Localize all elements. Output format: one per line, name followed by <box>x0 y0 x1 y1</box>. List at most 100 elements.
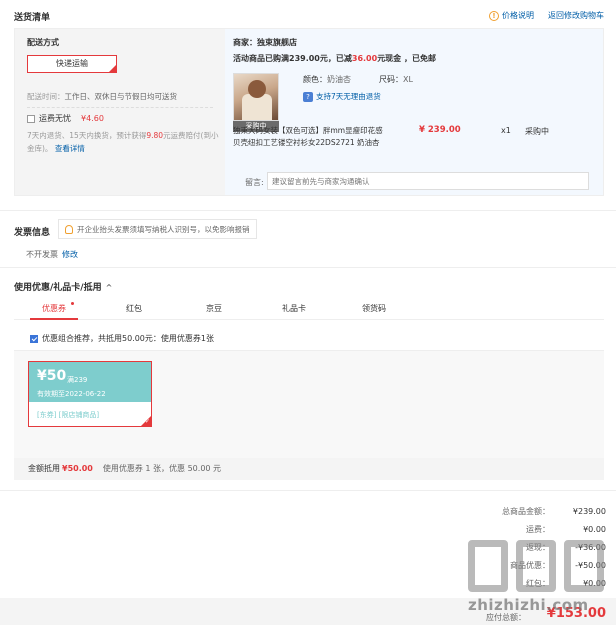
product-name[interactable]: 独束大码女装【双色可选】胖mm显瘦印花感贝壳纽扣工艺镂空衬衫女22DS2721 … <box>233 125 383 149</box>
view-details-link[interactable]: 查看详情 <box>55 144 85 153</box>
tab-coupons-label: 优惠券 <box>42 304 66 313</box>
total-row-value: -¥36.00 <box>575 543 606 552</box>
coupon-combo-checkbox[interactable] <box>30 334 38 343</box>
section-divider <box>0 210 616 211</box>
freight-insurance-amount: 9.80 <box>146 131 164 140</box>
thumbnail-figure-body <box>242 94 272 120</box>
total-row-value: -¥50.00 <box>575 561 606 570</box>
thumbnail-figure-head <box>248 80 266 98</box>
coupon-combo-option[interactable]: 优惠组合推荐，共抵用50.00元：使用优惠券1张 <box>30 333 214 344</box>
product-size: 尺码：XL <box>379 74 413 85</box>
total-row: 运费： ¥0.00 <box>466 521 606 539</box>
lightbulb-icon <box>65 224 73 234</box>
total-row-key: 红包： <box>526 579 550 588</box>
remark-label: 留言: <box>245 178 264 187</box>
price-info-link[interactable]: ! 价格说明 <box>489 10 534 21</box>
delivery-list-title: 送货清单 <box>14 13 51 23</box>
shipping-title: 配送方式 <box>27 38 59 47</box>
total-row-value: ¥0.00 <box>583 579 606 588</box>
header-links: ! 价格说明 返回修改购物车 <box>489 10 604 21</box>
coupons-section-header[interactable]: 使用优惠/礼品卡/抵用 ^ <box>14 280 112 293</box>
info-icon: ! <box>489 10 499 21</box>
pay-total-label: 应付总额： <box>486 613 526 622</box>
total-row-value: ¥239.00 <box>572 507 606 516</box>
tab-coupons[interactable]: 优惠券 <box>14 298 94 320</box>
order-column: 商家：独束旗舰店 活动商品已购满239.00元，已减36.00元现金 ，已免邮 … <box>225 29 603 195</box>
order-totals: 总商品金额： ¥239.00 运费： ¥0.00 返现： -¥36.00 商品优惠： -… <box>466 503 606 593</box>
coupon-header: ¥50 满239 有效期至2022-06-22 <box>29 362 151 402</box>
freight-insurance-checkbox[interactable] <box>27 114 35 123</box>
total-row-key: 返现： <box>526 543 550 552</box>
total-row-key: 运费： <box>526 525 550 534</box>
coupon-condition: 满239 <box>67 376 88 384</box>
coupon-tabs: 优惠券 红包 京豆 礼品卡 领货码 <box>14 298 604 320</box>
return-cart-link[interactable]: 返回修改购物车 <box>548 10 604 21</box>
discount-summary: 金额抵用 ¥50.00 使用优惠券 1 张，优惠 50.00 元 <box>14 458 604 480</box>
coupon-amount: ¥50 <box>37 368 67 384</box>
discount-amount: ¥50.00 <box>62 464 93 473</box>
coupon-list: ¥50 满239 有效期至2022-06-22 [东券] [限店铺商品] ✓ <box>14 350 604 458</box>
delivery-time: 配送时间：工作日、双休日与节假日均可送货 <box>27 91 177 102</box>
total-row-value: ¥0.00 <box>583 525 606 534</box>
product-color: 颜色：奶油杏 <box>303 74 351 85</box>
price-info-label: 价格说明 <box>502 11 534 20</box>
check-icon: ✓ <box>144 418 150 425</box>
freight-insurance-desc-1: 7天内退货、15天内换货，预计获得 <box>27 131 147 140</box>
invoice-tip: 开企业抬头发票须填写纳税人识别号，以免影响报销 <box>58 219 257 239</box>
return-policy-icon: ? <box>303 91 313 102</box>
seller-name: 商家：独束旗舰店 <box>233 38 297 47</box>
coupon-combo-text: 优惠组合推荐，共抵用50.00元：使用优惠券1张 <box>42 334 214 343</box>
tab-dot-icon <box>71 302 74 305</box>
selected-corner-icon <box>109 65 116 72</box>
shipping-method-button[interactable]: 快递运输 <box>27 55 117 73</box>
delivery-time-value: 工作日、双休日与节假日均可送货 <box>64 92 178 101</box>
divider <box>27 107 213 108</box>
total-row: 返现： -¥36.00 <box>466 539 606 557</box>
chevron-up-icon: ^ <box>105 283 113 292</box>
tab-redeem-code[interactable]: 领货码 <box>334 298 414 319</box>
invoice-value: 不开发票 修改 <box>26 249 78 260</box>
color-value: 奶油杏 <box>327 75 351 84</box>
freight-insurance-desc: 7天内退货、15天内换货，预计获得9.80元运费赔付(到小金库)。 查看详情 <box>27 129 221 155</box>
product-status: 采购中 <box>525 127 549 136</box>
discount-label: 金额抵用 <box>28 464 60 473</box>
size-key: 尺码： <box>379 75 403 84</box>
tab-jingdou[interactable]: 京豆 <box>174 298 254 319</box>
promo-text: 活动商品已购满239.00元，已减36.00元现金 ，已免邮 <box>233 53 436 64</box>
promo-text-1: 活动商品已购满239.00元，已减 <box>233 54 352 63</box>
tab-red-packet[interactable]: 红包 <box>94 298 174 319</box>
promo-text-2: 元现金 ，已免邮 <box>377 54 436 63</box>
product-quantity: x1 <box>501 126 511 135</box>
shipping-method-label: 快递运输 <box>56 59 88 68</box>
coupon-tags: [东券] [限店铺商品] <box>37 411 100 419</box>
freight-insurance-price: ¥4.60 <box>81 114 104 123</box>
section-divider <box>0 267 616 268</box>
invoice-title: 发票信息 <box>14 228 51 238</box>
total-row: 红包： ¥0.00 <box>466 575 606 593</box>
total-row: 总商品金额： ¥239.00 <box>466 503 606 521</box>
product-price: ¥ 239.00 <box>419 125 461 135</box>
coupon-expiry: 有效期至2022-06-22 <box>37 390 106 398</box>
remark-input[interactable] <box>267 172 589 190</box>
coupons-title: 使用优惠/礼品卡/抵用 <box>14 283 102 293</box>
section-divider <box>0 490 616 491</box>
pay-total-value: ¥153.00 <box>546 606 606 621</box>
discount-desc: 使用优惠券 1 张，优惠 50.00 元 <box>102 464 222 473</box>
product-thumbnail[interactable] <box>233 73 279 121</box>
return-policy[interactable]: ? 支持7天无理由退货 <box>303 91 381 102</box>
invoice-tip-text: 开企业抬头发票须填写纳税人识别号，以免影响报销 <box>77 224 250 234</box>
color-key: 颜色： <box>303 75 327 84</box>
freight-insurance-option[interactable]: 运费无忧 ¥4.60 <box>27 113 104 124</box>
coupon-card[interactable]: ¥50 满239 有效期至2022-06-22 [东券] [限店铺商品] ✓ <box>28 361 152 427</box>
freight-insurance-label: 运费无忧 <box>39 114 71 123</box>
delivery-time-label: 配送时间： <box>27 92 65 101</box>
total-row-key: 总商品金额： <box>502 507 550 516</box>
total-row: 商品优惠： -¥50.00 <box>466 557 606 575</box>
size-value: XL <box>403 75 413 84</box>
invoice-value-text: 不开发票 <box>26 250 58 259</box>
return-policy-text: 支持7天无理由退货 <box>316 92 381 101</box>
tab-gift-card[interactable]: 礼品卡 <box>254 298 334 319</box>
delivery-panel: 配送方式 快递运输 配送时间：工作日、双休日与节假日均可送货 运费无忧 ¥4.6… <box>14 28 604 196</box>
shipping-column: 配送方式 快递运输 配送时间：工作日、双休日与节假日均可送货 运费无忧 ¥4.6… <box>15 29 225 195</box>
invoice-edit-link[interactable]: 修改 <box>62 250 78 259</box>
